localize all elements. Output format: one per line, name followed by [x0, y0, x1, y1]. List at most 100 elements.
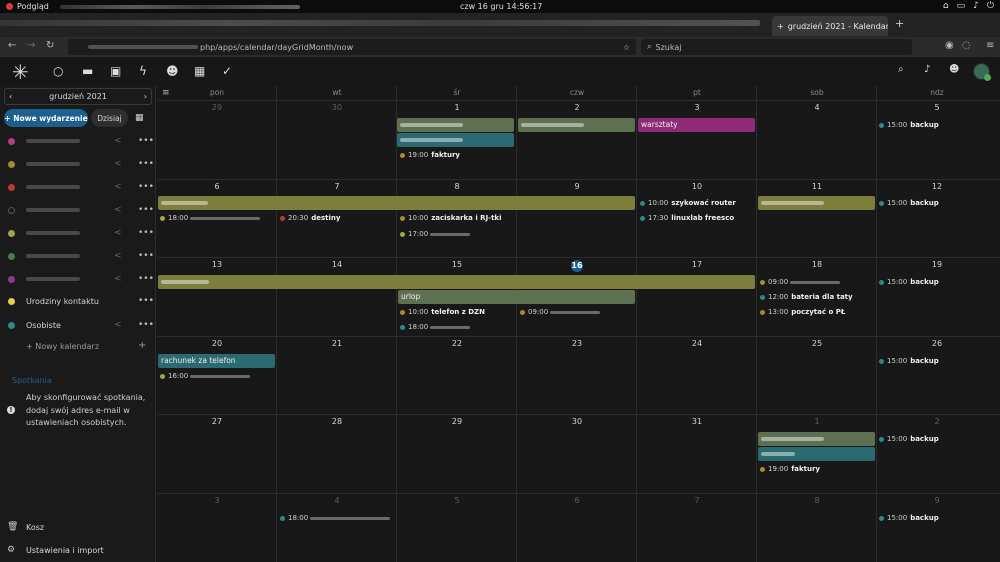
- network-icon[interactable]: ⌂: [943, 1, 949, 11]
- event-item[interactable]: 15:00 backup: [879, 357, 939, 365]
- event-item[interactable]: 19:00 faktury: [400, 151, 460, 159]
- calendar-color-dot[interactable]: [8, 297, 15, 305]
- calendar-list-item[interactable]: Osobiste < •••: [0, 315, 156, 335]
- event-item[interactable]: 15:00 backup: [879, 278, 939, 286]
- day-number[interactable]: 29: [447, 417, 467, 426]
- event-item[interactable]: 15:00 backup: [879, 514, 939, 522]
- event-bar[interactable]: [158, 196, 635, 210]
- more-icon[interactable]: •••: [138, 274, 154, 284]
- bookmark-star-icon[interactable]: ☆: [623, 43, 630, 52]
- more-icon[interactable]: •••: [138, 159, 154, 169]
- today-day-number[interactable]: 16: [571, 260, 583, 272]
- day-number[interactable]: 2: [567, 103, 587, 112]
- more-icon[interactable]: •••: [138, 320, 154, 330]
- calendar-list-item[interactable]: < •••: [0, 131, 156, 151]
- avatar[interactable]: [973, 63, 991, 81]
- calendar-list-item[interactable]: < •••: [0, 223, 156, 243]
- more-icon[interactable]: •••: [138, 182, 154, 192]
- share-icon[interactable]: <: [114, 320, 122, 330]
- share-icon[interactable]: <: [114, 228, 122, 238]
- event-item[interactable]: 18:00: [400, 323, 471, 331]
- day-number[interactable]: 11: [807, 182, 827, 191]
- new-tab-button[interactable]: +: [895, 17, 904, 30]
- event-item[interactable]: 15:00 backup: [879, 199, 939, 207]
- share-icon[interactable]: <: [114, 274, 122, 284]
- more-icon[interactable]: •••: [138, 228, 154, 238]
- event-item[interactable]: 17:00: [400, 230, 471, 238]
- event-bar[interactable]: [397, 133, 514, 147]
- back-icon[interactable]: ←: [8, 40, 16, 51]
- day-number[interactable]: 30: [567, 417, 587, 426]
- contacts-menu-icon[interactable]: ☻: [949, 64, 959, 75]
- event-item[interactable]: 13:00 poczytać o PŁ: [760, 308, 845, 316]
- day-number[interactable]: 29: [207, 103, 227, 112]
- day-number[interactable]: 27: [207, 417, 227, 426]
- contacts-icon[interactable]: ☻: [166, 64, 179, 78]
- day-number[interactable]: 28: [327, 417, 347, 426]
- search-bar[interactable]: ⌕ Szukaj: [641, 39, 912, 55]
- day-number[interactable]: 17: [687, 260, 707, 269]
- system-clock[interactable]: czw 16 gru 14:56:17: [460, 2, 542, 11]
- day-number[interactable]: 21: [327, 339, 347, 348]
- calendar-list-item[interactable]: < •••: [0, 200, 156, 220]
- event-item[interactable]: 18:00: [280, 514, 391, 522]
- calendar-list-item[interactable]: Urodziny kontaktu •••: [0, 291, 156, 311]
- calendar-color-dot[interactable]: [8, 160, 15, 168]
- calendar-list-item[interactable]: < •••: [0, 246, 156, 266]
- day-number[interactable]: 1: [447, 103, 467, 112]
- calendar-icon[interactable]: ▦: [194, 64, 205, 78]
- day-number[interactable]: 6: [207, 182, 227, 191]
- month-label[interactable]: grudzień 2021: [49, 92, 107, 101]
- view-grid-icon[interactable]: ▦: [135, 113, 144, 123]
- calendar-color-dot[interactable]: [8, 252, 15, 260]
- day-number[interactable]: 8: [447, 182, 467, 191]
- day-number[interactable]: 7: [687, 496, 707, 505]
- more-icon[interactable]: •••: [138, 251, 154, 261]
- day-number[interactable]: 14: [327, 260, 347, 269]
- menu-icon[interactable]: ≡: [986, 40, 994, 51]
- url-bar[interactable]: php/apps/calendar/dayGridMonth/now ☆: [68, 39, 636, 55]
- day-number[interactable]: 13: [207, 260, 227, 269]
- power-icon[interactable]: ⏻: [987, 1, 994, 11]
- day-number[interactable]: 25: [807, 339, 827, 348]
- reload-icon[interactable]: ↻: [46, 40, 54, 51]
- day-number[interactable]: 30: [327, 103, 347, 112]
- share-icon[interactable]: <: [114, 205, 122, 215]
- event-bar[interactable]: [397, 118, 514, 132]
- files-icon[interactable]: ▬: [82, 64, 93, 78]
- day-number[interactable]: 12: [927, 182, 947, 191]
- event-item[interactable]: 19:00 faktury: [760, 465, 820, 473]
- event-item[interactable]: 18:00: [160, 214, 261, 222]
- today-button[interactable]: Dzisiaj: [91, 109, 128, 127]
- calendar-list-item[interactable]: < •••: [0, 177, 156, 197]
- share-icon[interactable]: <: [114, 136, 122, 146]
- day-number[interactable]: 19: [927, 260, 947, 269]
- month-picker[interactable]: ‹ grudzień 2021 ›: [4, 88, 152, 105]
- day-number[interactable]: 8: [807, 496, 827, 505]
- add-icon[interactable]: +: [138, 340, 146, 351]
- extension-icon[interactable]: ◉: [945, 40, 954, 51]
- chevron-right-icon[interactable]: ›: [144, 92, 147, 101]
- chevron-left-icon[interactable]: ‹: [9, 92, 12, 101]
- calendar-color-dot[interactable]: [8, 321, 15, 329]
- day-number[interactable]: 3: [687, 103, 707, 112]
- new-calendar-button[interactable]: + Nowy kalendarz: [26, 342, 99, 351]
- event-item[interactable]: 10:00 telefon z DZN: [400, 308, 485, 316]
- day-number[interactable]: 24: [687, 339, 707, 348]
- share-icon[interactable]: <: [114, 182, 122, 192]
- day-number[interactable]: 1: [807, 417, 827, 426]
- event-item[interactable]: 10:00 szykować router: [640, 199, 736, 207]
- more-icon[interactable]: •••: [138, 136, 154, 146]
- trash-link[interactable]: Kosz: [26, 523, 44, 532]
- calendar-color-dot[interactable]: [8, 183, 15, 191]
- day-number[interactable]: 23: [567, 339, 587, 348]
- event-rachunek[interactable]: rachunek za telefon: [158, 354, 275, 368]
- extension2-icon[interactable]: ◌: [962, 40, 971, 51]
- calendar-list-item[interactable]: < •••: [0, 154, 156, 174]
- logo-icon[interactable]: ✳: [12, 60, 29, 84]
- day-number[interactable]: 26: [927, 339, 947, 348]
- day-number[interactable]: 15: [447, 260, 467, 269]
- event-item[interactable]: 10:00 zaciskarka i RJ-tki: [400, 214, 502, 222]
- forward-icon[interactable]: →: [27, 40, 35, 51]
- event-item[interactable]: 15:00 backup: [879, 121, 939, 129]
